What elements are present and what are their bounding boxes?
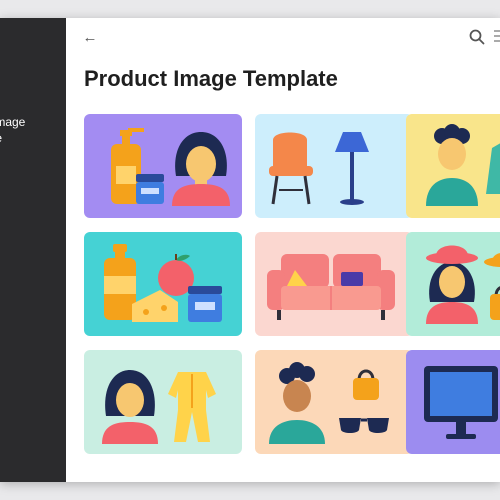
search-icon[interactable] — [468, 28, 486, 46]
toolbar: ← — [66, 18, 500, 60]
sidebar-item-label: Image — [0, 115, 26, 129]
page-title: Product Image Template — [84, 66, 338, 91]
sidebar-item-label-line2: te — [0, 130, 25, 146]
jar-icon — [188, 286, 222, 322]
sofa-illustration — [255, 232, 413, 336]
person-accessories-illustration — [255, 350, 413, 454]
template-card-cosmetics[interactable] — [84, 114, 242, 218]
woman-hat-avatar-icon — [426, 245, 478, 324]
person-jacket-illustration — [406, 114, 500, 218]
sidebar: y Image te — [0, 18, 66, 482]
template-card-accessories[interactable] — [406, 232, 500, 336]
chair-lamp-illustration — [255, 114, 413, 218]
back-arrow-icon[interactable]: ← — [80, 28, 100, 48]
devices-illustration — [406, 350, 500, 454]
app-window: y Image te ← Product Image Template — [0, 18, 500, 482]
template-card-apparel[interactable] — [406, 114, 500, 218]
groceries-illustration — [84, 232, 242, 336]
template-card-groceries[interactable] — [84, 232, 242, 336]
jar-icon — [136, 174, 164, 204]
template-card-furniture[interactable] — [255, 114, 413, 218]
cosmetics-illustration — [84, 114, 242, 218]
template-card-sofa[interactable] — [255, 232, 413, 336]
sidebar-item-image-template[interactable]: Image te — [0, 114, 25, 146]
menu-icon[interactable] — [494, 30, 500, 44]
person-jumpsuit-illustration — [84, 350, 242, 454]
template-card-workwear[interactable] — [84, 350, 242, 454]
template-card-electronics[interactable] — [406, 350, 500, 454]
person-hat-illustration — [406, 232, 500, 336]
template-card-style[interactable] — [255, 350, 413, 454]
main-content: ← Product Image Template — [66, 18, 500, 482]
